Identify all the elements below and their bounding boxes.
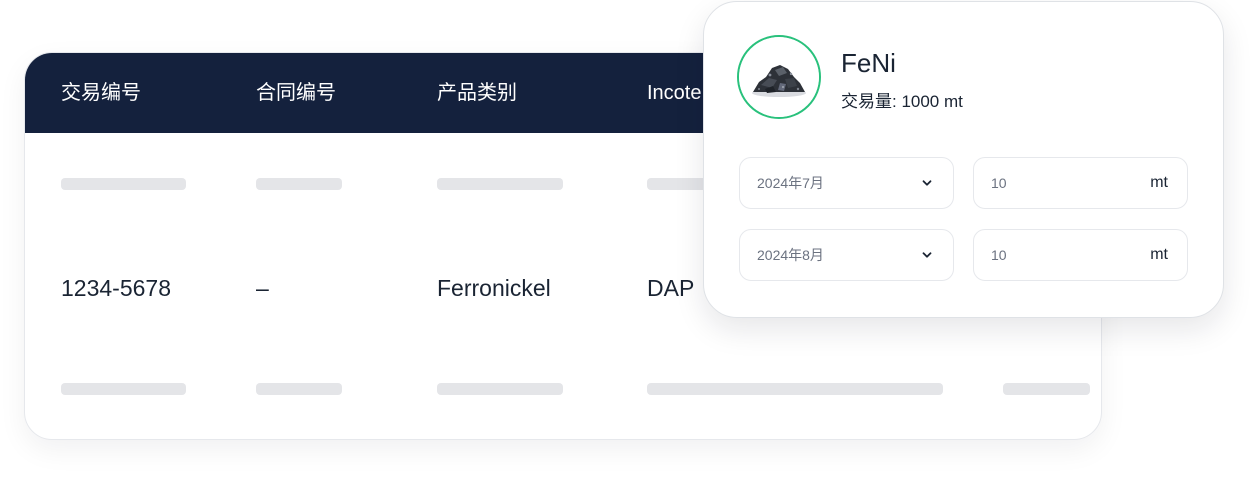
ore-pile-icon [737, 35, 821, 119]
column-header-contract-number[interactable]: 合同编号 [256, 53, 336, 133]
skeleton-bar [647, 383, 943, 395]
quantity-input[interactable]: 10 mt [973, 229, 1188, 281]
quantity-unit: mt [1150, 246, 1168, 263]
chevron-down-icon [922, 180, 932, 186]
cell-contract-number: – [256, 275, 269, 301]
month-select-value: 2024年7月 [757, 175, 824, 191]
skeleton-bar [61, 383, 186, 395]
column-header-trade-number[interactable]: 交易编号 [61, 53, 141, 133]
cell-product-category: Ferronickel [437, 275, 551, 301]
column-header-product-category[interactable]: 产品类别 [437, 53, 517, 133]
product-name: FeNi [841, 48, 896, 78]
page-stage: 交易编号 合同编号 产品类别 Incote 1234-5678 – Ferron… [0, 0, 1250, 482]
trade-volume: 交易量: 1000 mt [841, 92, 963, 111]
skeleton-bar [437, 178, 563, 190]
skeleton-bar [256, 383, 342, 395]
month-select-value: 2024年8月 [757, 247, 824, 263]
month-select[interactable]: 2024年7月 [739, 157, 954, 209]
column-header-incoterm[interactable]: Incote [647, 53, 701, 133]
quantity-input-value: 10 [991, 175, 1007, 191]
skeleton-bar [1003, 383, 1090, 395]
quantity-input-value: 10 [991, 247, 1007, 263]
quantity-input[interactable]: 10 mt [973, 157, 1188, 209]
cell-trade-number: 1234-5678 [61, 275, 171, 301]
cell-incoterm: DAP [647, 275, 695, 301]
skeleton-bar [437, 383, 563, 395]
month-select[interactable]: 2024年8月 [739, 229, 954, 281]
skeleton-bar [61, 178, 186, 190]
quantity-unit: mt [1150, 174, 1168, 191]
chevron-down-icon [922, 252, 932, 258]
skeleton-bar [647, 178, 707, 190]
product-detail-popup: FeNi 交易量: 1000 mt 2024年7月 10 mt 2024年8月 … [703, 1, 1224, 318]
skeleton-bar [256, 178, 342, 190]
